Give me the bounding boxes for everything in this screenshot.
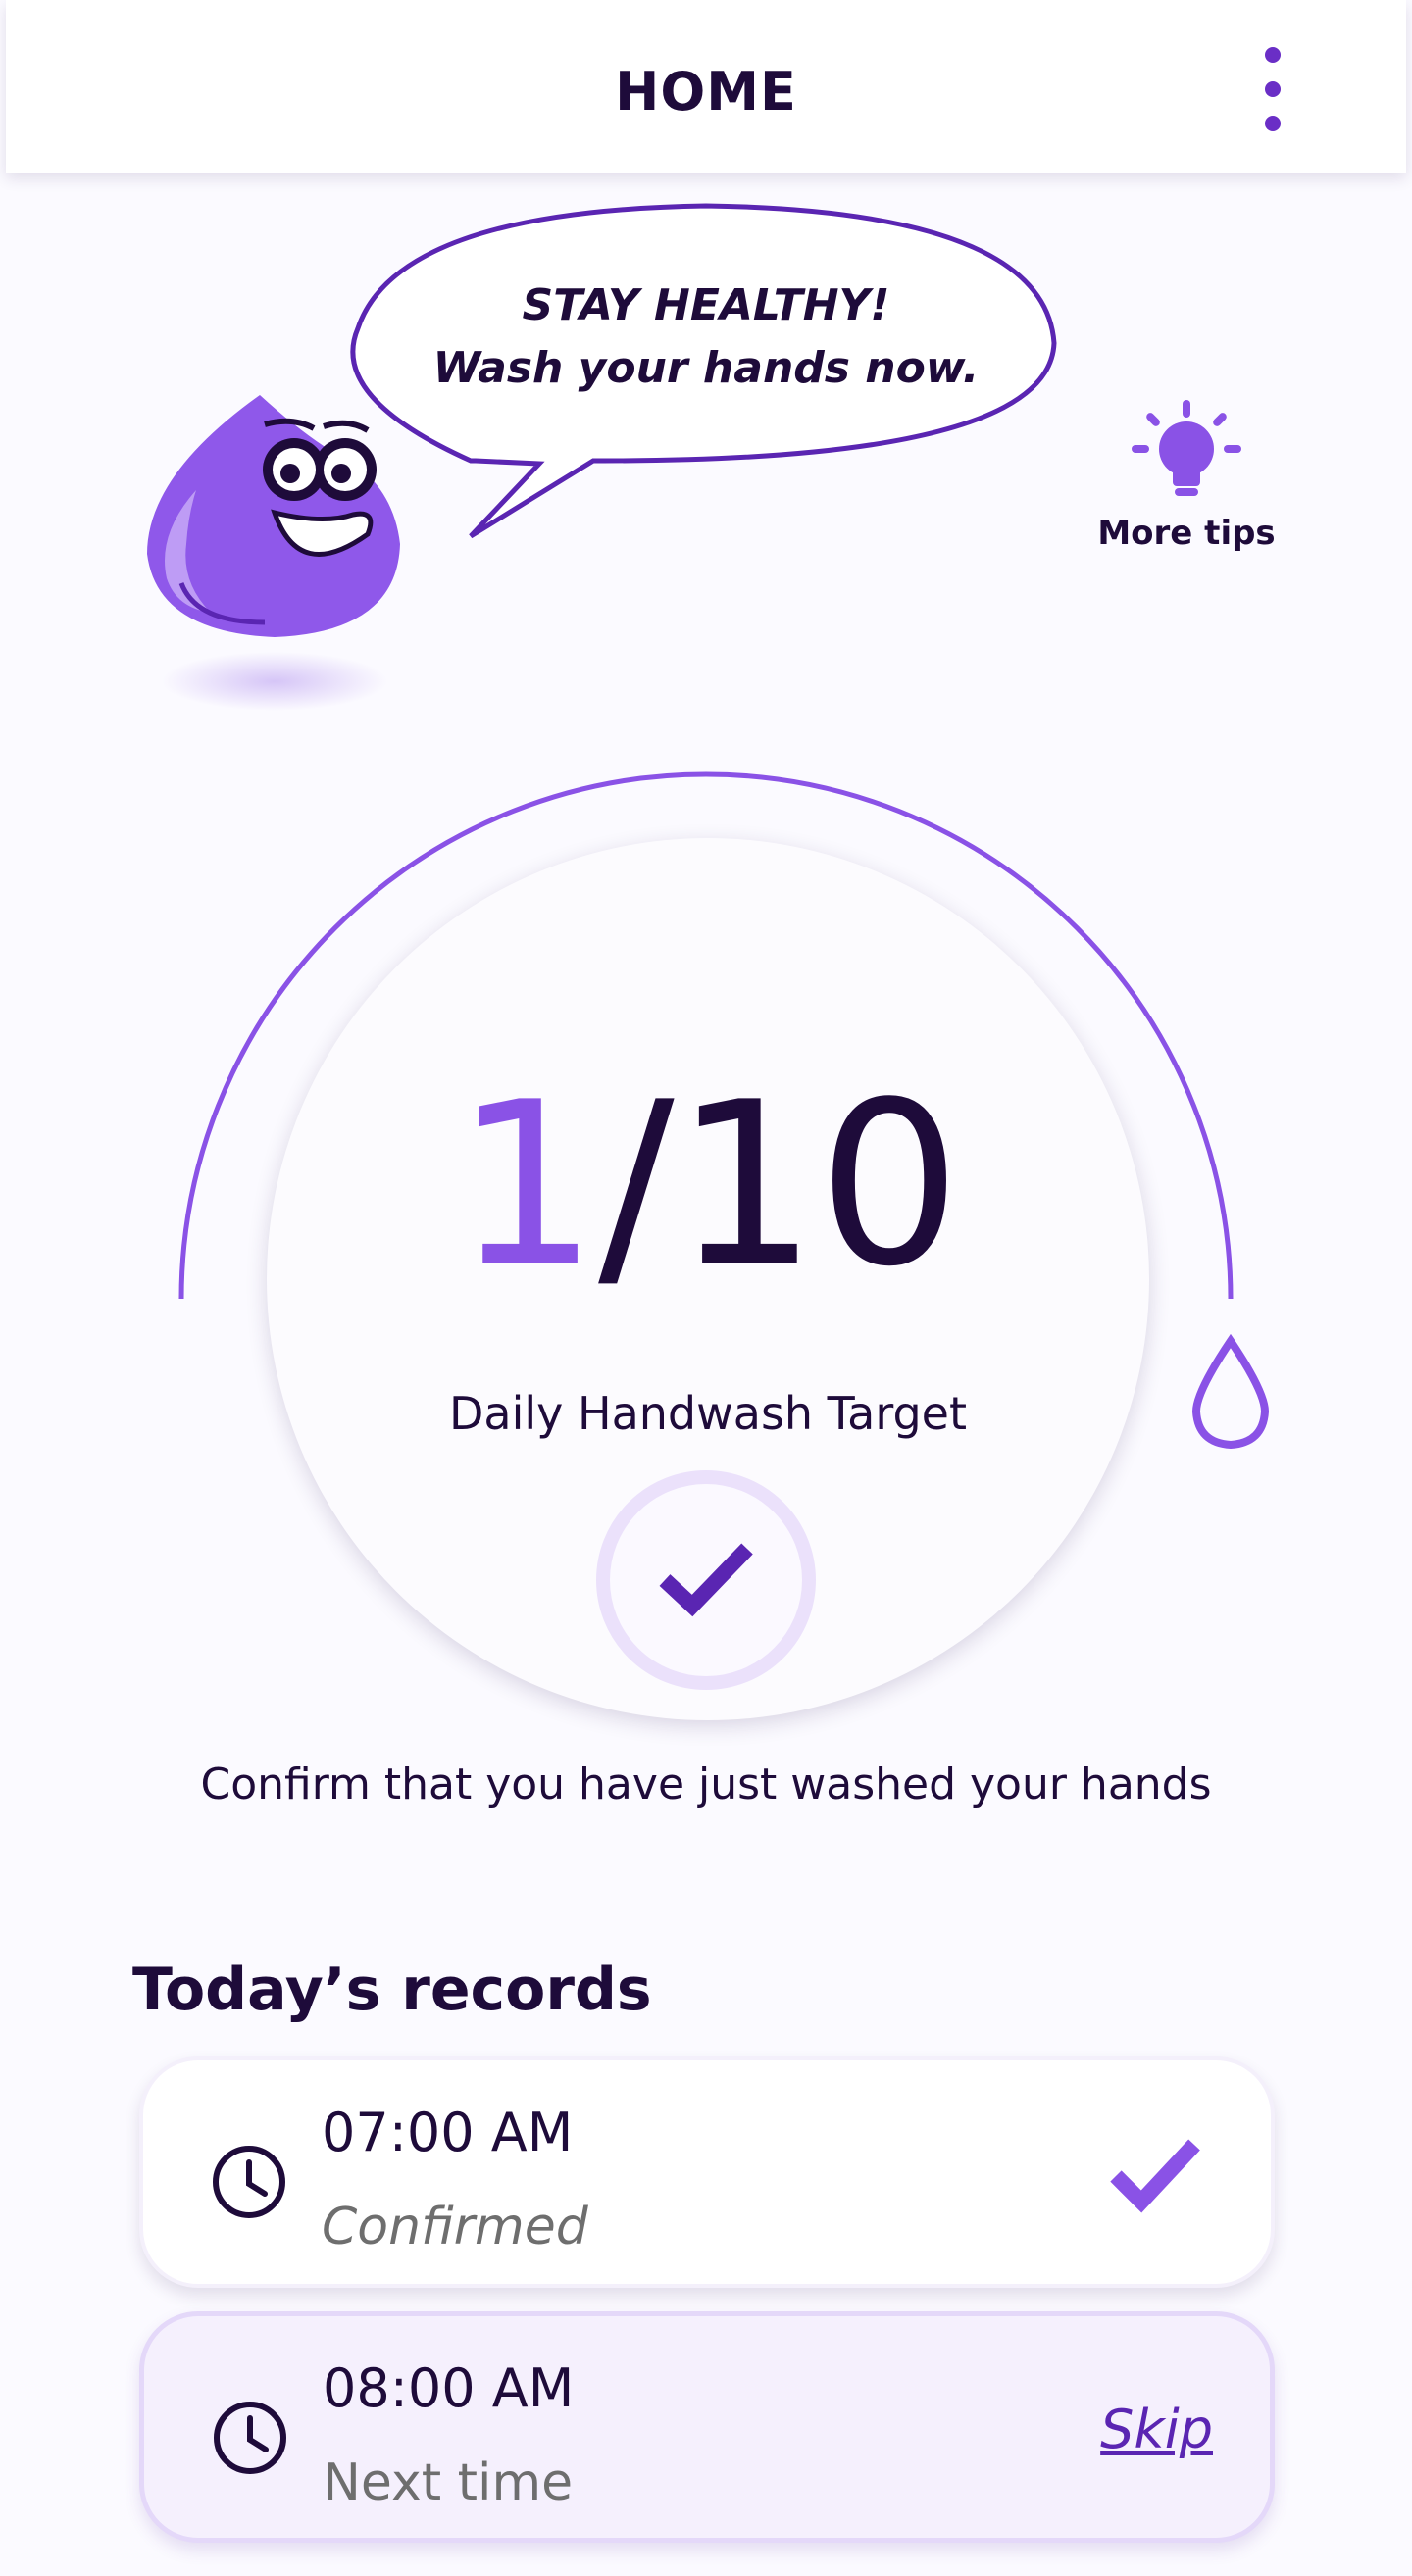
handwash-count: 1/10 xyxy=(267,1059,1149,1313)
more-tips-button[interactable]: More tips xyxy=(1088,392,1285,569)
skip-button[interactable]: Skip xyxy=(1100,2399,1213,2460)
record-item[interactable]: 08:00 AM Next time Skip xyxy=(139,2311,1275,2543)
target-count: /10 xyxy=(598,1055,962,1316)
clock-icon xyxy=(214,2402,286,2474)
water-drop-icon xyxy=(1191,1333,1270,1450)
record-item[interactable]: 07:00 AM Confirmed xyxy=(139,2056,1275,2288)
current-count: 1 xyxy=(454,1055,599,1316)
confirm-handwash-button[interactable] xyxy=(596,1470,816,1690)
daily-target-label: Daily Handwash Target xyxy=(448,1387,967,1440)
check-icon xyxy=(1110,2139,1200,2213)
check-icon xyxy=(659,1543,753,1617)
page-title: HOME xyxy=(615,61,797,123)
app-header: HOME xyxy=(6,0,1406,173)
confirm-instruction: Confirm that you have just washed your h… xyxy=(200,1759,1212,1809)
more-tips-label: More tips xyxy=(1097,514,1276,553)
more-vertical-icon[interactable] xyxy=(1243,35,1302,143)
clock-icon xyxy=(213,2146,285,2218)
lightbulb-icon xyxy=(1132,400,1241,496)
record-status: Next time xyxy=(323,2453,574,2512)
bubble-text: STAY HEALTHY! Wash your hands now. xyxy=(358,274,1054,400)
bubble-line-1: STAY HEALTHY! xyxy=(522,280,890,330)
home-screen: HOME STAY HEALTHY! Wash your hands now. xyxy=(0,0,1412,2576)
record-status: Confirmed xyxy=(322,2198,588,2256)
records-title: Today’s records xyxy=(132,1956,652,2024)
record-time: 08:00 AM xyxy=(323,2357,575,2419)
water-drop-mascot xyxy=(147,395,400,711)
bubble-line-2: Wash your hands now. xyxy=(432,343,980,393)
record-time: 07:00 AM xyxy=(322,2102,574,2163)
